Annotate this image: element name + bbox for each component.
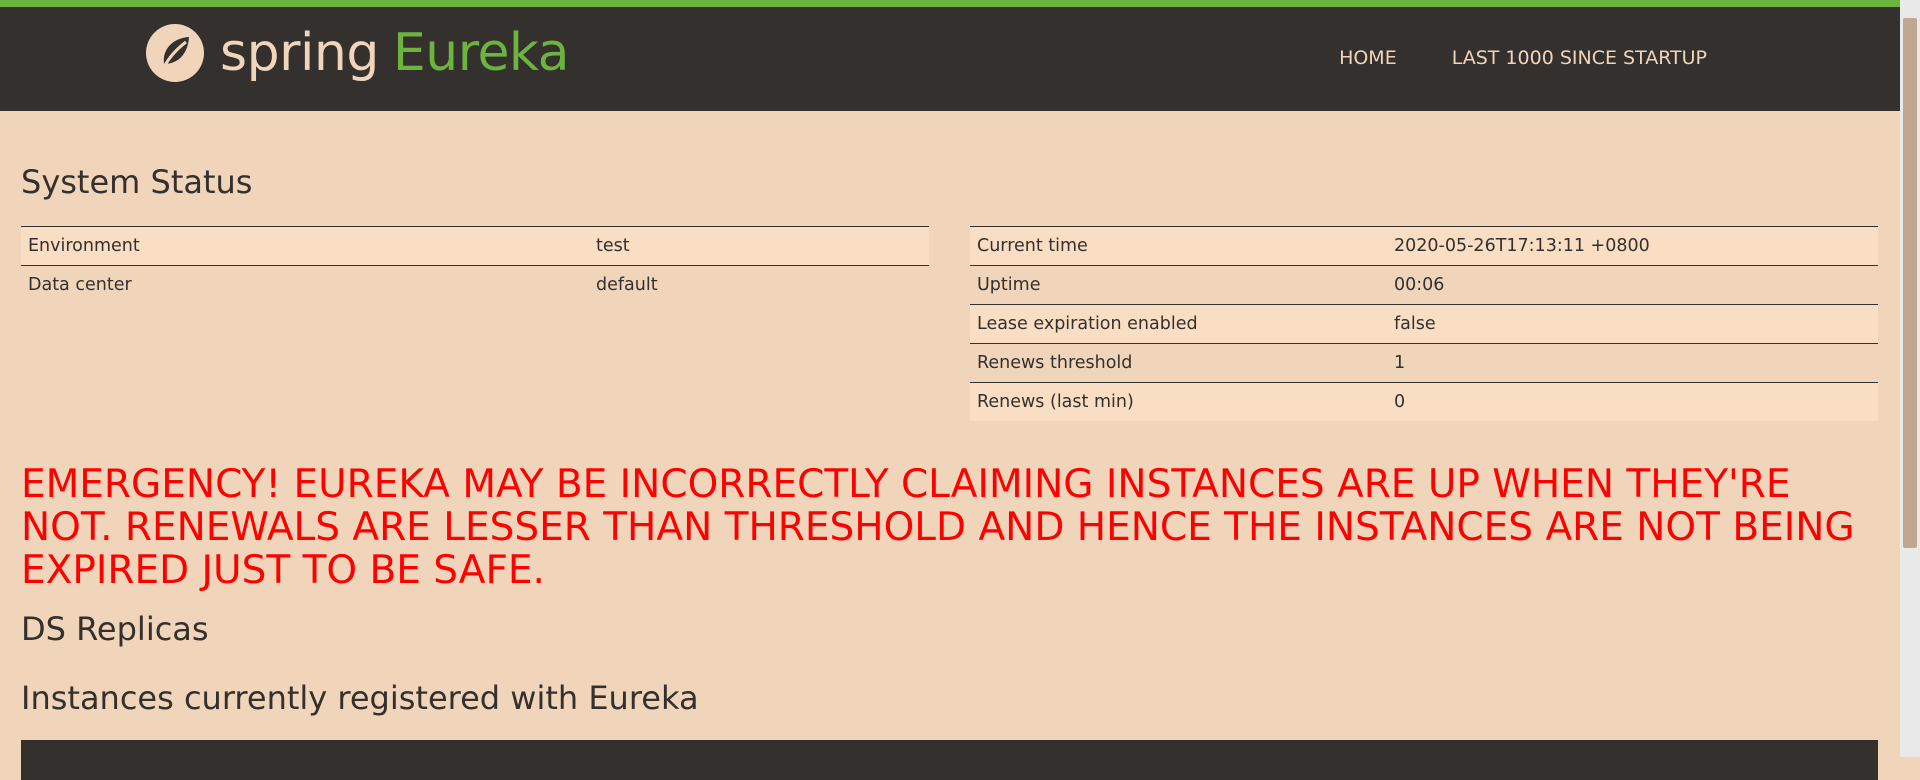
table-row: Environment test [21, 226, 929, 266]
row-value: default [589, 265, 929, 304]
row-value: 2020-05-26T17:13:11 +0800 [1387, 226, 1878, 266]
row-label: Uptime [970, 265, 1387, 305]
table-row: Renews threshold 1 [970, 343, 1878, 383]
row-label: Data center [21, 265, 589, 304]
main-nav: HOME LAST 1000 SINCE STARTUP [1339, 47, 1707, 69]
system-status-right-table: Current time 2020-05-26T17:13:11 +0800 U… [970, 226, 1878, 421]
row-value: 0 [1387, 382, 1878, 421]
nav-home-link[interactable]: HOME [1339, 47, 1397, 69]
row-value: 1 [1387, 343, 1878, 383]
system-status-heading: System Status [21, 163, 253, 201]
navbar: spring Eureka HOME LAST 1000 SINCE START… [0, 7, 1900, 111]
table-row: Current time 2020-05-26T17:13:11 +0800 [970, 226, 1878, 266]
row-label: Current time [970, 226, 1387, 266]
row-label: Renews (last min) [970, 382, 1387, 421]
scrollbar-thumb[interactable] [1903, 18, 1917, 548]
nav-last-1000-link[interactable]: LAST 1000 SINCE STARTUP [1452, 47, 1707, 69]
page-scrollbar[interactable] [1900, 0, 1920, 757]
row-label: Renews threshold [970, 343, 1387, 383]
table-row: Uptime 00:06 [970, 265, 1878, 305]
row-label: Environment [21, 226, 589, 266]
brand-eureka: Eureka [392, 23, 570, 83]
emergency-warning: EMERGENCY! EUREKA MAY BE INCORRECTLY CLA… [21, 462, 1855, 593]
row-value: test [589, 226, 929, 266]
top-accent-bar [0, 0, 1900, 7]
system-status-left-table: Environment test Data center default [21, 226, 929, 304]
row-value: false [1387, 304, 1878, 344]
instances-heading: Instances currently registered with Eure… [21, 679, 699, 717]
spring-leaf-icon [146, 24, 204, 82]
ds-replicas-heading: DS Replicas [21, 610, 209, 648]
brand-spring: spring [220, 23, 379, 83]
table-row: Lease expiration enabled false [970, 304, 1878, 344]
table-row: Renews (last min) 0 [970, 382, 1878, 421]
instances-table-header [21, 740, 1878, 780]
row-label: Lease expiration enabled [970, 304, 1387, 344]
row-value: 00:06 [1387, 265, 1878, 305]
table-row: Data center default [21, 265, 929, 304]
spring-eureka-logo[interactable]: spring Eureka [144, 21, 570, 85]
